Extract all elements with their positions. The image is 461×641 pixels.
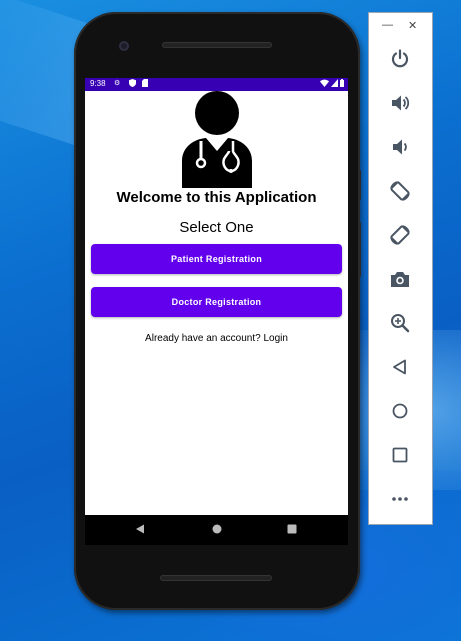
desktop-background: 9:38 ⚙ Welcome to this Application Selec… bbox=[0, 0, 461, 641]
patient-registration-button[interactable]: Patient Registration bbox=[91, 244, 342, 274]
home-icon[interactable] bbox=[388, 399, 412, 423]
power-icon[interactable] bbox=[388, 47, 412, 71]
emulator-toolbar: — ✕ bbox=[368, 12, 433, 525]
select-one-prompt: Select One bbox=[179, 219, 254, 236]
home-icon[interactable] bbox=[212, 524, 222, 534]
close-icon[interactable]: ✕ bbox=[408, 19, 417, 32]
rotate-left-icon[interactable] bbox=[388, 179, 412, 203]
doctor-stethoscope-icon bbox=[182, 91, 252, 188]
overview-icon[interactable] bbox=[388, 443, 412, 467]
volume-down-icon[interactable] bbox=[388, 135, 412, 159]
minimize-icon[interactable]: — bbox=[382, 19, 393, 31]
status-bar: 9:38 ⚙ bbox=[85, 78, 348, 91]
phone-volume-button bbox=[358, 222, 361, 277]
shield-icon bbox=[129, 79, 136, 89]
phone-screen: 9:38 ⚙ Welcome to this Application Selec… bbox=[85, 78, 348, 515]
zoom-icon[interactable] bbox=[388, 311, 412, 335]
doctor-registration-button[interactable]: Doctor Registration bbox=[91, 287, 342, 317]
volume-up-icon[interactable] bbox=[388, 91, 412, 115]
phone-frame: 9:38 ⚙ Welcome to this Application Selec… bbox=[74, 12, 361, 610]
settings-icon: ⚙ bbox=[114, 80, 121, 87]
phone-power-button bbox=[358, 170, 361, 200]
screenshot-icon[interactable] bbox=[388, 267, 412, 291]
login-link[interactable]: Already have an account? Login bbox=[85, 333, 348, 344]
signal-icon bbox=[330, 79, 338, 87]
back-icon[interactable] bbox=[135, 524, 145, 534]
welcome-title: Welcome to this Application bbox=[116, 189, 317, 206]
more-icon[interactable] bbox=[388, 487, 412, 511]
status-time: 9:38 bbox=[90, 79, 106, 88]
sd-card-icon bbox=[142, 79, 148, 89]
wifi-icon bbox=[319, 79, 329, 87]
bottom-speaker bbox=[160, 575, 272, 581]
recent-apps-icon[interactable] bbox=[287, 524, 297, 534]
rotate-right-icon[interactable] bbox=[388, 223, 412, 247]
battery-icon bbox=[340, 79, 344, 87]
front-camera bbox=[119, 41, 129, 51]
status-right-icons bbox=[319, 79, 344, 89]
android-nav-bar bbox=[85, 515, 348, 545]
earpiece-speaker bbox=[162, 42, 272, 48]
back-icon[interactable] bbox=[388, 355, 412, 379]
